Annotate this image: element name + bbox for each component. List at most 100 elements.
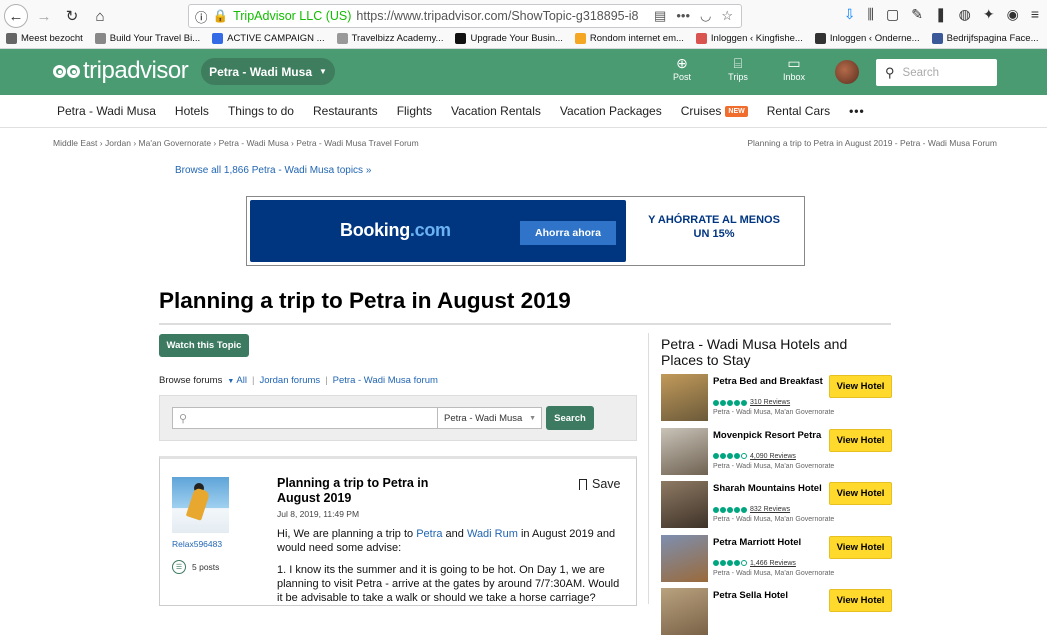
sub-navigation: Petra - Wadi Musa Hotels Things to do Resta… (0, 95, 1047, 128)
breadcrumb-item[interactable]: Petra - Wadi Musa Travel Forum (296, 138, 419, 148)
header-post-button[interactable]: ⊕ Post (666, 54, 698, 82)
breadcrumb-item[interactable]: Middle East (53, 138, 97, 148)
post-body: Hi, We are planning a trip to Petra and … (277, 527, 627, 613)
nav-item[interactable]: Restaurants (313, 104, 378, 118)
url-bar[interactable]: ⓘ 🔒 TripAdvisor LLC (US) https://www.tri… (188, 4, 742, 28)
eyedropper-icon[interactable]: ✎ (911, 6, 923, 23)
nav-item[interactable]: Things to do (228, 104, 294, 118)
jordan-forums-link[interactable]: Jordan forums (259, 375, 320, 386)
petra-link[interactable]: Petra (416, 528, 442, 540)
hotel-photo[interactable] (661, 427, 708, 475)
forum-search-button[interactable]: Search (546, 406, 594, 430)
pocket-icon[interactable]: ◡ (700, 8, 711, 24)
nav-cruises[interactable]: Cruises NEW (681, 104, 748, 118)
breadcrumb-item[interactable]: Petra - Wadi Musa (219, 138, 289, 148)
hotel-name[interactable]: Petra Sella Hotel (713, 590, 823, 601)
petra-forum-link[interactable]: Petra - Wadi Musa forum (333, 375, 438, 386)
view-hotel-button[interactable]: View Hotel (829, 428, 892, 452)
back-icon[interactable]: ← (4, 4, 28, 28)
browse-all-topics-link[interactable]: Browse all 1,866 Petra - Wadi Musa topic… (175, 165, 371, 176)
reader-view-icon[interactable]: ▤ (654, 8, 666, 24)
bookmark-item[interactable]: Bedrijfspagina Face... (931, 31, 1039, 45)
hotel-reviews-link[interactable]: 310 Reviews (750, 399, 790, 406)
hotel-reviews-link[interactable]: 832 Reviews (750, 506, 790, 513)
bookmark-icon (579, 478, 587, 490)
hotel-photo[interactable] (661, 374, 708, 421)
watch-topic-button[interactable]: Watch this Topic (159, 334, 249, 357)
nav-item[interactable]: Vacation Rentals (451, 104, 541, 118)
post-username[interactable]: Relax596483 (172, 539, 222, 549)
hotel-reviews-link[interactable]: 4,090 Reviews (750, 453, 796, 460)
user-avatar[interactable] (172, 477, 229, 533)
post-count: ☰ 5 posts (172, 560, 219, 574)
reload-icon[interactable]: ↻ (60, 4, 84, 28)
sidebar-icon[interactable]: ▢ (886, 6, 899, 23)
info-icon[interactable]: ⓘ (195, 7, 208, 26)
bookmark-star-icon[interactable]: ☆ (721, 8, 733, 24)
bookmark-item[interactable]: Inloggen ‹ Kingfishe... (695, 31, 803, 45)
bookmark-item[interactable]: Upgrade Your Busin... (455, 31, 563, 45)
breadcrumb-item[interactable]: Jordan (105, 138, 131, 148)
nav-item[interactable]: Hotels (175, 104, 209, 118)
page-actions-icon[interactable]: ••• (676, 8, 690, 24)
bookmark-item[interactable]: Inloggen ‹ Onderne... (814, 31, 920, 45)
view-hotel-button[interactable]: View Hotel (829, 535, 892, 559)
bookmark-item[interactable]: Travelbizz Academy... (336, 31, 443, 45)
hotel-name[interactable]: Movenpick Resort Petra (713, 430, 823, 441)
search-placeholder: Search (902, 66, 939, 79)
booking-ad-banner[interactable]: Booking.com Ahorra ahora Y AHÓRRATE AL M… (246, 196, 805, 266)
forward-icon[interactable]: → (32, 4, 56, 28)
breadcrumb: Middle East › Jordan › Ma'an Governorate… (53, 138, 419, 148)
bookmark-item[interactable]: Rondom internet em... (574, 31, 684, 45)
hotel-name[interactable]: Petra Marriott Hotel (713, 537, 823, 548)
menu-icon[interactable]: ≡ (1031, 6, 1039, 23)
header-search[interactable]: ⚲ Search (876, 59, 997, 86)
site-identity[interactable]: TripAdvisor LLC (US) (233, 9, 351, 23)
location-selector[interactable]: Petra - Wadi Musa ▼ (201, 58, 335, 85)
ad-cta-button[interactable]: Ahorra ahora (520, 221, 616, 245)
extension2-icon[interactable]: ◍ (959, 6, 971, 23)
nav-item[interactable]: Petra - Wadi Musa (57, 104, 156, 118)
avatar[interactable] (835, 60, 859, 84)
nav-rental-cars[interactable]: Rental Cars (767, 104, 830, 118)
nav-item[interactable]: Vacation Packages (560, 104, 662, 118)
url-text[interactable]: https://www.tripadvisor.com/ShowTopic-g3… (356, 9, 638, 23)
nav-item[interactable]: Flights (397, 104, 432, 118)
search-icon: ⚲ (885, 64, 895, 80)
extension3-icon[interactable]: ✦ (983, 6, 995, 23)
library-icon[interactable]: ⫼ (868, 6, 874, 23)
forum-search-input[interactable]: ⚲ Petra - Wadi Musa ▼ (172, 407, 542, 429)
view-hotel-button[interactable]: View Hotel (829, 589, 892, 612)
hotel-photo[interactable] (661, 534, 708, 582)
hotel-rating: 4,090 Reviews (713, 453, 796, 460)
hotel-name[interactable]: Sharah Mountains Hotel (713, 483, 823, 494)
hotel-reviews-link[interactable]: 1,466 Reviews (750, 560, 796, 567)
account-icon[interactable]: ◉ (1007, 6, 1019, 23)
bookmark-favicon-icon (6, 32, 17, 44)
bookmark-favicon-icon (212, 32, 224, 44)
rating-bubbles-icon (713, 560, 747, 566)
breadcrumb-item[interactable]: Ma'an Governorate (139, 138, 212, 148)
extension-icon[interactable]: ❚ (935, 6, 947, 23)
bookmark-item[interactable]: ACTIVE CAMPAIGN ... (212, 31, 325, 45)
forum-scope-select[interactable]: Petra - Wadi Musa ▼ (437, 408, 541, 428)
view-hotel-button[interactable]: View Hotel (829, 375, 892, 398)
hotel-photo[interactable] (661, 481, 708, 528)
header-inbox-button[interactable]: ▭ Inbox (778, 54, 810, 82)
tripadvisor-logo[interactable]: tripadvisor (53, 57, 189, 85)
bookmark-item[interactable]: Meest bezocht (6, 31, 83, 45)
view-hotel-button[interactable]: View Hotel (829, 482, 892, 505)
forums-all-dropdown[interactable]: ▼ All (227, 375, 247, 386)
more-icon[interactable]: ••• (849, 104, 865, 118)
wadi-rum-link[interactable]: Wadi Rum (467, 528, 518, 540)
hotel-photo[interactable] (661, 588, 708, 635)
bookmark-item[interactable]: Build Your Travel Bi... (94, 31, 200, 45)
home-icon[interactable]: ⌂ (88, 4, 112, 28)
hotel-rating: 1,466 Reviews (713, 560, 796, 567)
hotel-name[interactable]: Petra Bed and Breakfast (713, 376, 823, 387)
save-button[interactable]: Save (579, 477, 621, 491)
download-icon[interactable]: ⇩ (844, 6, 856, 23)
page-title: Planning a trip to Petra in August 2019 (159, 288, 571, 313)
hotel-location: Petra - Wadi Musa, Ma'an Governorate (713, 462, 835, 470)
header-trips-button[interactable]: ⌸ Trips (722, 54, 754, 82)
